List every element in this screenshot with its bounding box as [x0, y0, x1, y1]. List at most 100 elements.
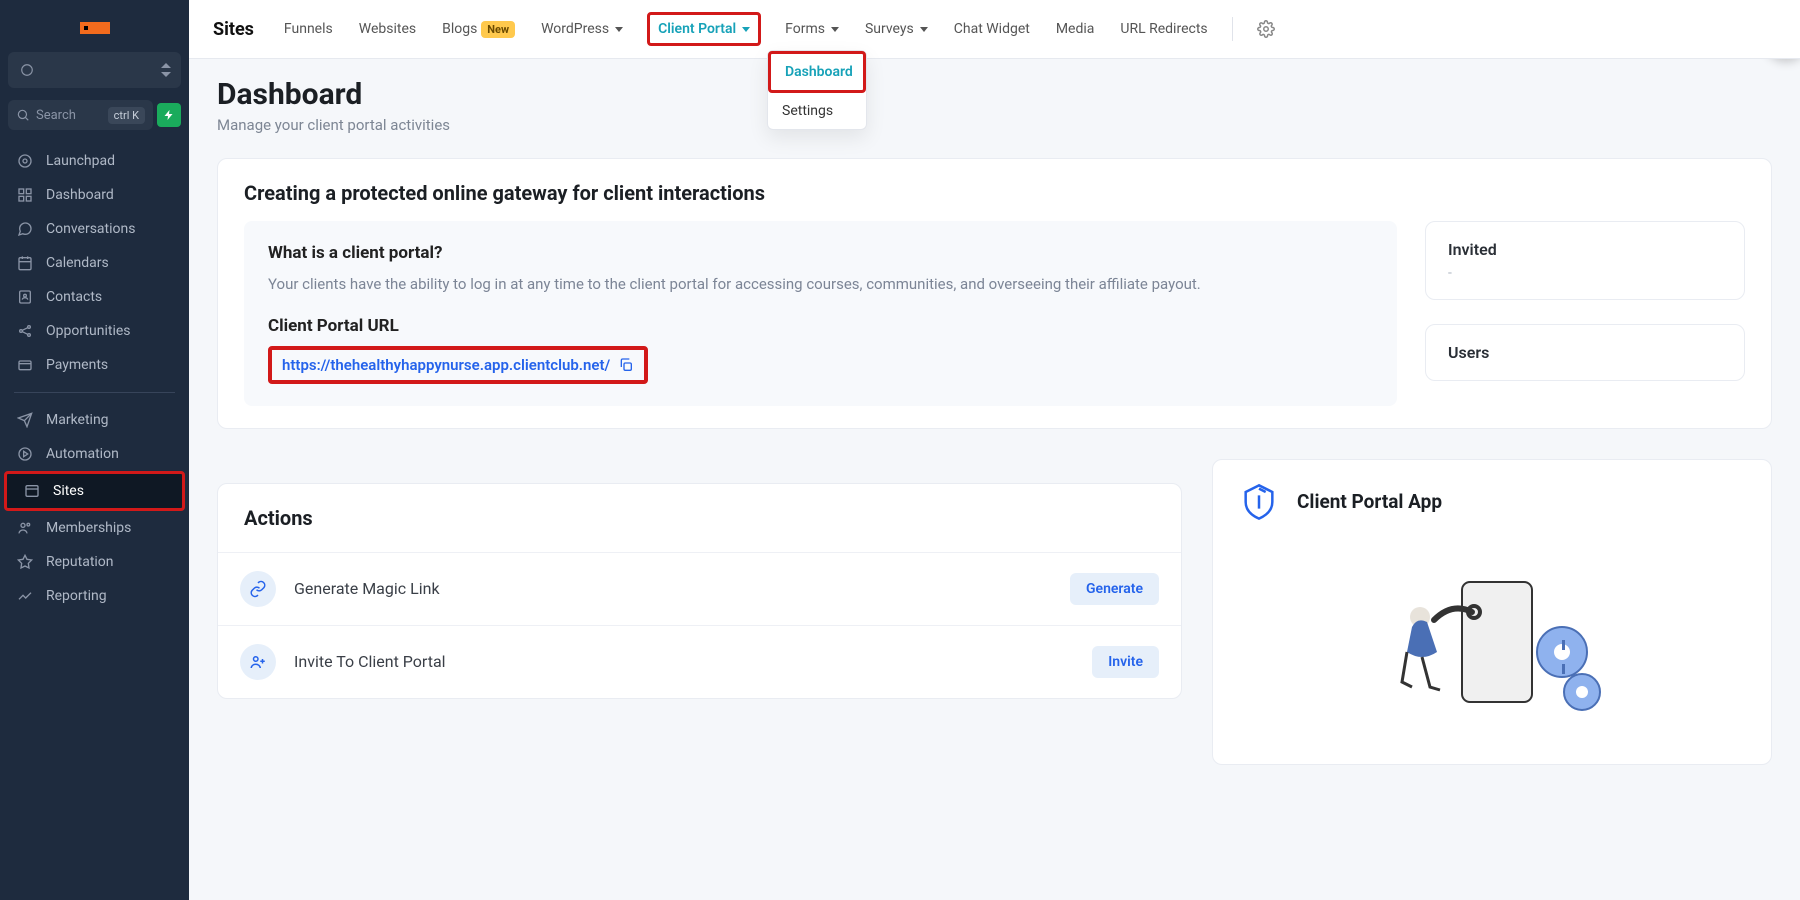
info-question: What is a client portal?: [268, 243, 1373, 263]
topbar-title: Sites: [213, 19, 254, 40]
tab-wordpress[interactable]: WordPress: [539, 15, 625, 43]
sites-icon: [23, 482, 41, 500]
invite-button[interactable]: Invite: [1092, 646, 1159, 678]
payments-icon: [16, 356, 34, 374]
page-subtitle: Manage your client portal activities: [217, 116, 1772, 134]
sidebar-item-label: Dashboard: [46, 187, 114, 203]
page-title: Dashboard: [217, 77, 1772, 112]
portal-url-row: https://thehealthyhappynurse.app.clientc…: [268, 346, 648, 384]
contacts-icon: [16, 288, 34, 306]
sidebar-item-payments[interactable]: Payments: [0, 348, 189, 382]
chevron-down-icon: [615, 27, 623, 32]
gateway-heading: Creating a protected online gateway for …: [244, 181, 1745, 205]
tab-blogs[interactable]: BlogsNew: [440, 15, 517, 44]
stat-users: Users: [1425, 324, 1745, 381]
illustration-svg: [1382, 562, 1602, 742]
stat-invited: Invited -: [1425, 221, 1745, 300]
settings-button[interactable]: [1255, 18, 1277, 40]
search-input[interactable]: Search ctrl K: [8, 100, 153, 130]
link-icon: [249, 580, 267, 598]
copy-button[interactable]: [618, 357, 634, 373]
brand-logo: [0, 12, 189, 52]
sidebar-item-label: Marketing: [46, 412, 109, 428]
updown-icon: [161, 63, 171, 77]
nav-group-2: Marketing Automation Sites Memberships R…: [0, 403, 189, 613]
dropdown-item-settings[interactable]: Settings: [768, 93, 866, 129]
nav-group-1: Launchpad Dashboard Conversations Calend…: [0, 144, 189, 382]
sidebar-item-label: Memberships: [46, 520, 131, 536]
sidebar-item-automation[interactable]: Automation: [0, 437, 189, 471]
users-icon: [16, 519, 34, 537]
info-description: Your clients have the ability to log in …: [268, 273, 1373, 296]
tab-url-redirects[interactable]: URL Redirects: [1118, 15, 1209, 43]
sidebar-item-label: Reputation: [46, 554, 114, 570]
sidebar-item-label: Launchpad: [46, 153, 115, 169]
action-label: Invite To Client Portal: [294, 652, 446, 671]
sidebar: Search ctrl K Launchpad Dashboard Conver…: [0, 0, 189, 900]
tab-chat-widget[interactable]: Chat Widget: [952, 15, 1032, 43]
topbar: Sites Funnels Websites BlogsNew WordPres…: [189, 0, 1800, 59]
chevron-down-icon: [920, 27, 928, 32]
app-illustration: [1239, 562, 1745, 742]
bolt-button[interactable]: [157, 103, 181, 127]
actions-title: Actions: [244, 506, 1155, 530]
sidebar-item-conversations[interactable]: Conversations: [0, 212, 189, 246]
sidebar-item-reporting[interactable]: Reporting: [0, 579, 189, 613]
sidebar-item-label: Reporting: [46, 588, 107, 604]
sidebar-item-reputation[interactable]: Reputation: [0, 545, 189, 579]
sidebar-item-label: Payments: [46, 357, 108, 373]
tab-client-portal[interactable]: Client Portal: [647, 12, 761, 46]
chevron-down-icon: [742, 27, 750, 32]
sidebar-item-contacts[interactable]: Contacts: [0, 280, 189, 314]
tab-media[interactable]: Media: [1054, 15, 1097, 43]
opportunities-icon: [16, 322, 34, 340]
sidebar-item-opportunities[interactable]: Opportunities: [0, 314, 189, 348]
shield-icon: [1239, 482, 1279, 522]
action-row-invite: Invite To Client Portal Invite: [218, 625, 1181, 698]
client-portal-dropdown: Dashboard Settings: [767, 50, 867, 130]
sidebar-item-label: Contacts: [46, 289, 102, 305]
topbar-divider: [1232, 17, 1233, 41]
new-badge: New: [481, 21, 515, 38]
magic-icon-chip: [240, 571, 276, 607]
tab-surveys[interactable]: Surveys: [863, 15, 930, 43]
generate-button[interactable]: Generate: [1070, 573, 1159, 605]
sidebar-item-label: Conversations: [46, 221, 135, 237]
action-row-magic: Generate Magic Link Generate: [218, 552, 1181, 625]
sidebar-item-dashboard[interactable]: Dashboard: [0, 178, 189, 212]
message-icon: [16, 220, 34, 238]
portal-url-link[interactable]: https://thehealthyhappynurse.app.clientc…: [282, 356, 610, 374]
tab-forms[interactable]: Forms: [783, 15, 841, 43]
calendar-icon: [16, 254, 34, 272]
search-icon: [16, 108, 30, 122]
stat-value: -: [1448, 265, 1722, 281]
send-icon: [16, 411, 34, 429]
tab-funnels[interactable]: Funnels: [282, 15, 335, 43]
sidebar-item-memberships[interactable]: Memberships: [0, 511, 189, 545]
dropdown-item-dashboard[interactable]: Dashboard: [768, 51, 866, 93]
sidebar-item-sites[interactable]: Sites: [4, 471, 185, 511]
search-shortcut: ctrl K: [108, 107, 145, 124]
tab-websites[interactable]: Websites: [357, 15, 418, 43]
account-selector[interactable]: [8, 52, 181, 88]
action-label: Generate Magic Link: [294, 579, 440, 598]
search-placeholder: Search: [36, 108, 76, 123]
sidebar-item-launchpad[interactable]: Launchpad: [0, 144, 189, 178]
star-icon: [16, 553, 34, 571]
rocket-icon: [16, 152, 34, 170]
copy-icon: [618, 357, 634, 373]
account-icon: [18, 61, 36, 79]
nav-divider: [14, 392, 175, 393]
bolt-icon: [163, 109, 175, 121]
grid-icon: [16, 186, 34, 204]
sidebar-item-label: Calendars: [46, 255, 109, 271]
sidebar-item-marketing[interactable]: Marketing: [0, 403, 189, 437]
sidebar-item-label: Sites: [53, 483, 84, 499]
actions-card: Actions Generate Magic Link Generate: [217, 483, 1182, 699]
sidebar-item-calendars[interactable]: Calendars: [0, 246, 189, 280]
gear-icon: [1257, 20, 1275, 38]
stat-label: Invited: [1448, 240, 1722, 259]
automation-icon: [16, 445, 34, 463]
sidebar-item-label: Automation: [46, 446, 119, 462]
info-box: What is a client portal? Your clients ha…: [244, 221, 1397, 406]
